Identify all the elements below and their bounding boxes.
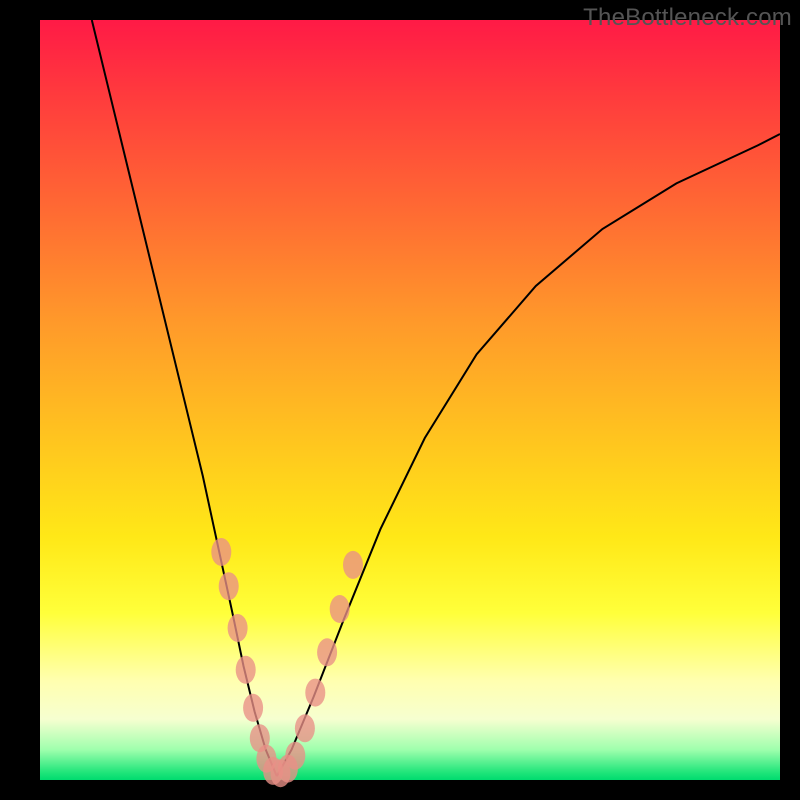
data-marker <box>305 679 325 707</box>
data-marker <box>228 614 248 642</box>
data-marker <box>343 551 363 579</box>
plot-area <box>40 20 780 780</box>
data-marker <box>243 694 263 722</box>
data-marker <box>219 572 239 600</box>
curve-right-path <box>277 134 780 776</box>
curve-right <box>277 134 780 776</box>
data-markers <box>211 538 363 787</box>
data-marker <box>236 656 256 684</box>
data-marker <box>295 714 315 742</box>
data-marker <box>211 538 231 566</box>
data-marker <box>317 638 337 666</box>
data-marker <box>330 595 350 623</box>
data-marker <box>285 742 305 770</box>
curve-layer <box>40 20 780 780</box>
chart-frame: TheBottleneck.com <box>0 0 800 800</box>
watermark-text: TheBottleneck.com <box>583 4 792 32</box>
